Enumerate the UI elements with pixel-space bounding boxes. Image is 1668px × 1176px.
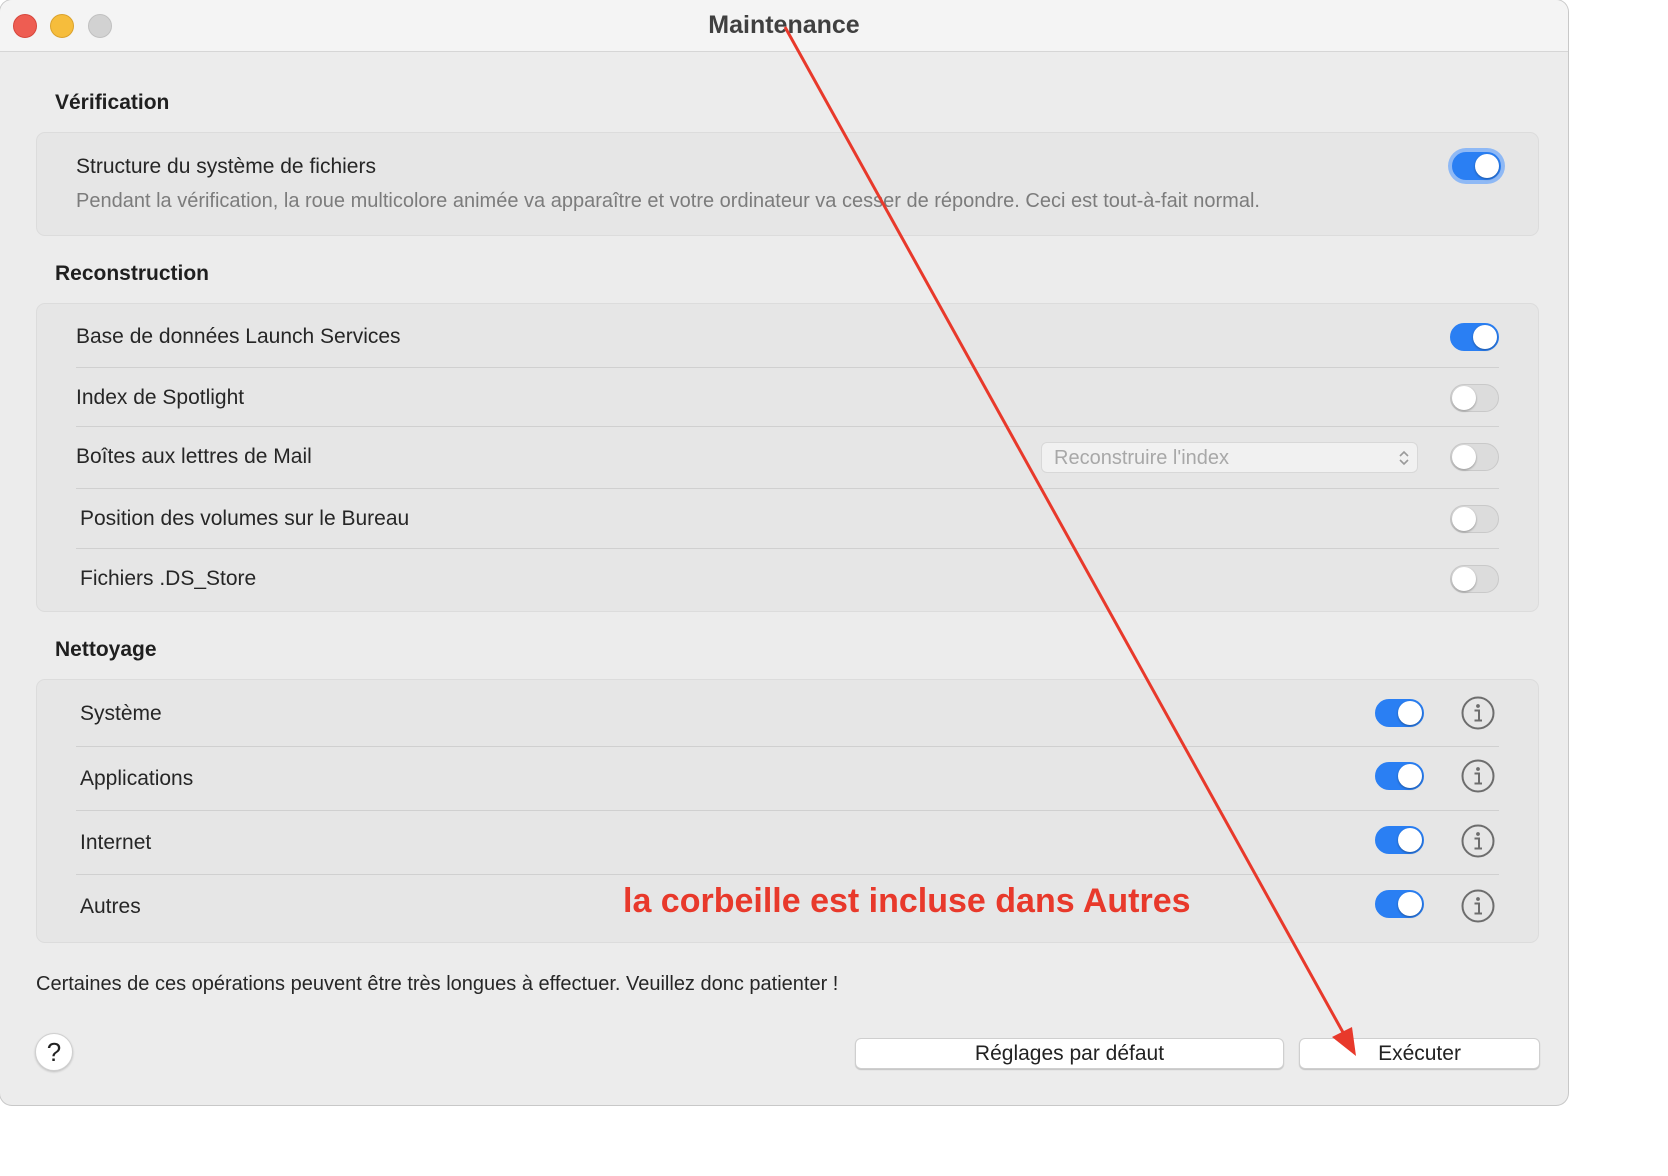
toggle-knob <box>1452 445 1476 469</box>
list-item: Applications <box>76 746 1499 810</box>
ds-store-toggle[interactable] <box>1450 565 1499 593</box>
window-title: Maintenance <box>708 11 860 39</box>
toggle-knob <box>1398 828 1422 852</box>
internet-label: Internet <box>80 830 152 854</box>
toggle-knob <box>1398 764 1422 788</box>
fs-structure-toggle[interactable] <box>1452 152 1501 180</box>
fs-structure-description: Pendant la vérification, la roue multico… <box>76 190 1260 212</box>
mail-mailboxes-toggle[interactable] <box>1450 443 1499 471</box>
section-title-nettoyage: Nettoyage <box>55 638 157 661</box>
toggle-knob <box>1452 507 1476 531</box>
title-bar: Maintenance <box>0 0 1568 52</box>
toggle-knob <box>1452 386 1476 410</box>
launch-services-label: Base de données Launch Services <box>76 325 401 348</box>
internet-toggle[interactable] <box>1375 826 1424 854</box>
info-icon[interactable] <box>1461 696 1495 730</box>
applications-toggle[interactable] <box>1375 762 1424 790</box>
mail-rebuild-select-value: Reconstruire l'index <box>1054 447 1230 469</box>
maintenance-window: Maintenance Vérification Structure du sy… <box>0 0 1568 1105</box>
duration-note: Certaines de ces opérations peuvent être… <box>36 973 839 995</box>
list-item: Position des volumes sur le Bureau <box>76 488 1499 548</box>
mail-rebuild-select[interactable]: Reconstruire l'index <box>1041 442 1418 473</box>
toggle-knob <box>1398 701 1422 725</box>
mail-mailboxes-label: Boîtes aux lettres de Mail <box>76 444 312 468</box>
spotlight-index-label: Index de Spotlight <box>76 385 245 409</box>
list-item: Boîtes aux lettres de Mail Reconstruire … <box>76 426 1499 486</box>
section-title-reconstruction: Reconstruction <box>55 262 210 285</box>
list-item: Index de Spotlight <box>76 367 1499 427</box>
run-button[interactable]: Exécuter <box>1299 1038 1540 1069</box>
verification-panel: Structure du système de fichiers Pendant… <box>36 132 1539 236</box>
toggle-knob <box>1473 325 1497 349</box>
system-label: Système <box>80 702 162 725</box>
desktop-volumes-toggle[interactable] <box>1450 505 1499 533</box>
applications-label: Applications <box>80 766 194 790</box>
info-icon[interactable] <box>1461 759 1495 793</box>
help-button[interactable]: ? <box>35 1033 73 1071</box>
fs-structure-label: Structure du système de fichiers <box>76 155 376 178</box>
desktop-volumes-label: Position des volumes sur le Bureau <box>80 506 410 530</box>
toggle-knob <box>1475 154 1499 178</box>
toggle-knob <box>1452 567 1476 591</box>
others-label: Autres <box>80 894 141 918</box>
defaults-button[interactable]: Réglages par défaut <box>855 1038 1284 1069</box>
info-icon[interactable] <box>1461 824 1495 858</box>
section-title-verification: Vérification <box>55 91 170 114</box>
reconstruction-panel: Base de données Launch Services Index de… <box>36 303 1539 612</box>
spotlight-index-toggle[interactable] <box>1450 384 1499 412</box>
info-icon[interactable] <box>1461 889 1495 923</box>
others-toggle[interactable] <box>1375 890 1424 918</box>
annotation-text: la corbeille est incluse dans Autres <box>623 882 1191 920</box>
system-toggle[interactable] <box>1375 699 1424 727</box>
list-item: Internet <box>76 810 1499 874</box>
ds-store-label: Fichiers .DS_Store <box>80 566 257 590</box>
list-item: Fichiers .DS_Store <box>76 548 1499 608</box>
updown-chevron-icon <box>1399 450 1409 466</box>
launch-services-toggle[interactable] <box>1450 323 1499 351</box>
toggle-knob <box>1398 892 1422 916</box>
list-item: Base de données Launch Services <box>76 307 1499 367</box>
list-item: Système <box>76 682 1499 746</box>
